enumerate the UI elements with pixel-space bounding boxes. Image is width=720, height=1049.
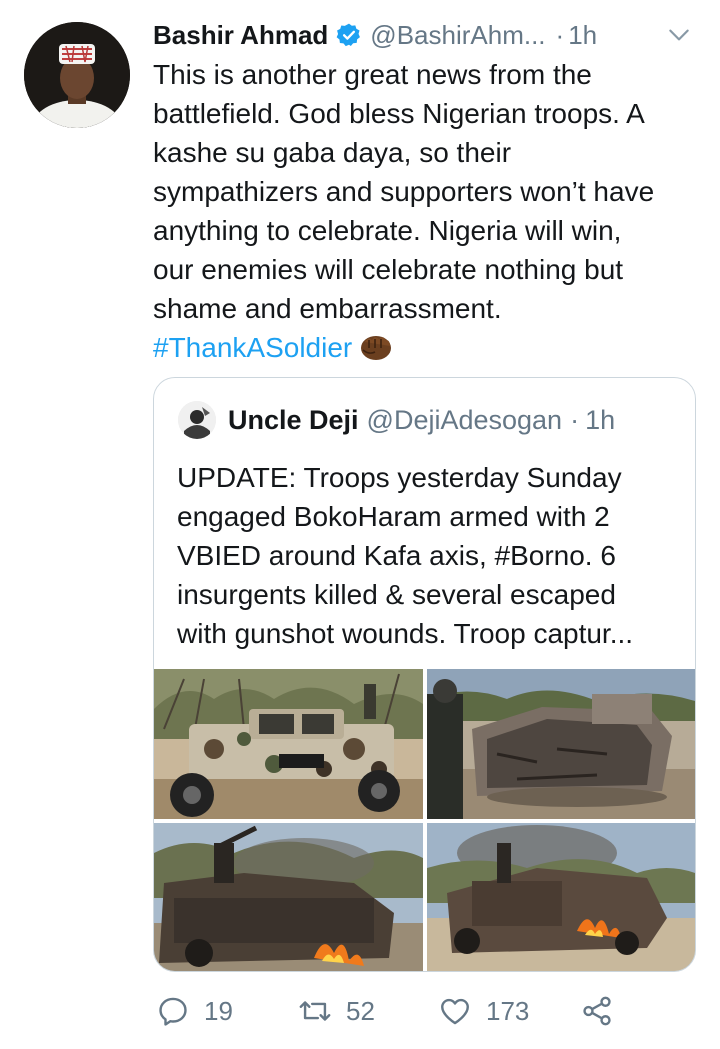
tweet-text: This is another great news from the batt…: [153, 55, 698, 367]
quoted-text-line: insurgents killed & several escaped: [177, 579, 616, 610]
tweet-timestamp[interactable]: 1h: [568, 20, 597, 51]
quoted-author-name[interactable]: Uncle Deji: [228, 405, 359, 436]
tweet-text-line: our enemies will celebrate nothing but: [153, 254, 624, 285]
quoted-text-line: VBIED around Kafa axis, #Borno. 6: [177, 540, 616, 571]
tweet-header: Bashir Ahmad @BashirAhm... · 1h: [153, 18, 692, 52]
quoted-tweet-card[interactable]: Uncle Deji @DejiAdesogan · 1h UPDATE: Tr…: [153, 377, 696, 972]
quoted-tweet-header: Uncle Deji @DejiAdesogan · 1h: [178, 401, 615, 439]
like-count: 173: [486, 995, 530, 1026]
quoted-text-line: engaged BokoHaram armed with 2: [177, 501, 610, 532]
retweet-icon: [299, 1001, 331, 1021]
quoted-text-line: UPDATE: Troops yesterday Sunday: [177, 462, 622, 493]
fist-bump-icon: [360, 332, 392, 362]
separator-dot: ·: [570, 404, 580, 435]
burning-gun-truck-photo[interactable]: [154, 823, 423, 971]
burnt-armored-vehicle-photo[interactable]: [427, 669, 695, 819]
photo-grid: [154, 669, 695, 971]
share-icon: [583, 996, 611, 1026]
separator-dot: ·: [555, 19, 565, 50]
quoted-timestamp[interactable]: 1h: [585, 405, 615, 436]
tweet-text-line: This is another great news from the: [153, 59, 592, 90]
quoted-author-avatar[interactable]: [178, 401, 216, 439]
tweet-text-line: kashe su gaba daya, so their: [153, 137, 512, 168]
tweet-text-line: anything to celebrate. Nigeria will win,: [153, 215, 622, 246]
author-name[interactable]: Bashir Ahmad: [153, 20, 328, 51]
camouflaged-truck-photo[interactable]: [154, 669, 423, 819]
author-avatar[interactable]: [24, 22, 130, 128]
quoted-text-line: with gunshot wounds. Troop captur...: [177, 618, 634, 649]
reply-count: 19: [204, 995, 233, 1026]
like-button[interactable]: 173: [438, 990, 529, 1032]
tweet-text-line: shame and embarrassment.: [153, 293, 502, 324]
chevron-down-icon[interactable]: [666, 22, 692, 48]
reply-button[interactable]: 19: [156, 990, 233, 1032]
hashtag-line: #ThankASoldier: [153, 328, 698, 367]
burning-vehicle-photo[interactable]: [427, 823, 695, 971]
retweet-count: 52: [346, 995, 375, 1026]
retweet-button[interactable]: 52: [298, 990, 375, 1032]
tweet-action-bar: 19 52 173: [156, 990, 626, 1032]
hashtag-link[interactable]: #ThankASoldier: [153, 332, 352, 363]
tweet-text-line: sympathizers and supporters won’t have: [153, 176, 655, 207]
verified-badge-icon: [336, 22, 362, 48]
tweet-text-line: battlefield. God bless Nigerian troops. …: [153, 98, 645, 129]
author-handle[interactable]: @BashirAhm...: [370, 20, 545, 51]
quoted-tweet-text: UPDATE: Troops yesterday Sunday engaged …: [177, 458, 687, 653]
quoted-author-handle[interactable]: @DejiAdesogan: [367, 405, 563, 436]
share-button[interactable]: [580, 990, 628, 1032]
reply-icon: [159, 997, 187, 1026]
heart-icon: [441, 998, 469, 1025]
